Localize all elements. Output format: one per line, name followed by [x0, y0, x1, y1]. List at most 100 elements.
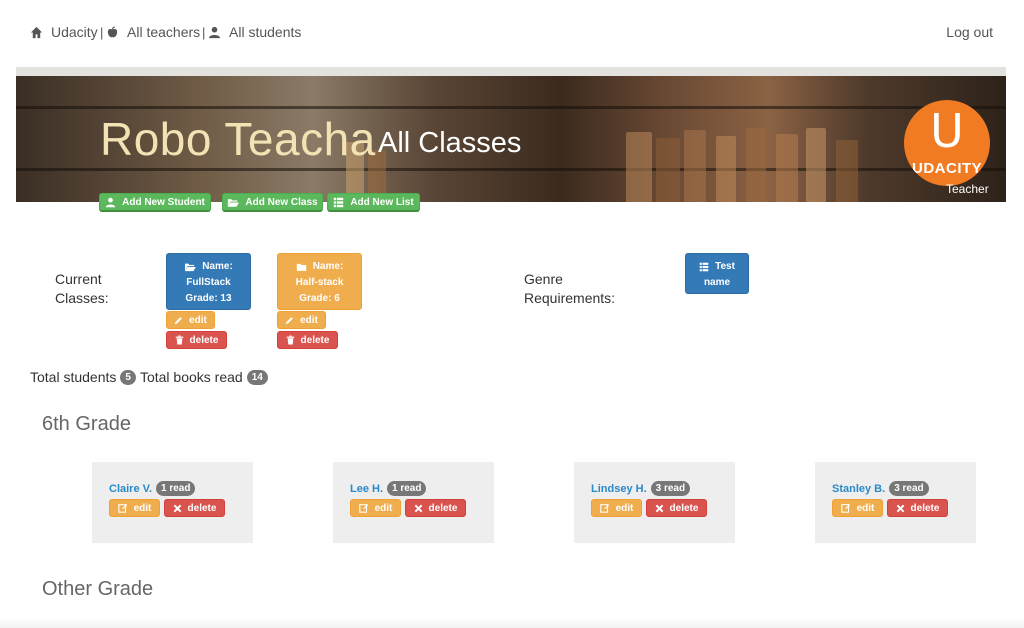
brand-title: Robo Teacha — [100, 113, 376, 165]
class-card-half-stack[interactable]: Name: Half-stack Grade: 6 — [277, 253, 362, 310]
student-name-link[interactable]: Claire V. — [109, 483, 152, 495]
remove-icon — [173, 504, 181, 512]
student-edit-label: edit — [374, 502, 393, 514]
genre-name-line2: name — [703, 277, 731, 288]
nav-teachers-label: All teachers — [127, 24, 201, 40]
nav-separator: | — [202, 25, 206, 40]
apple-icon — [107, 25, 118, 37]
student-edit-label: edit — [615, 502, 634, 514]
nav-home-label: Udacity — [51, 24, 98, 40]
genre-name-line1: Test — [715, 261, 735, 272]
class-name: Half-stack — [295, 277, 344, 288]
udacity-logo: U UDACITY — [904, 100, 990, 186]
student-delete-label: delete — [428, 502, 458, 514]
nav-students-link[interactable]: All students — [208, 24, 301, 40]
student-card: Lee H. 1 read edit delete — [333, 462, 494, 543]
books-read-badge: 3 read — [889, 481, 929, 496]
trash-icon — [286, 335, 294, 345]
student-card: Lindsey H. 3 read edit delete — [574, 462, 735, 543]
student-card: Claire V. 1 read edit delete — [92, 462, 253, 543]
total-books-label: Total books read — [139, 369, 243, 385]
class-name-label: Name: — [202, 261, 233, 272]
list-icon — [699, 262, 709, 271]
grade-heading: Other Grade — [42, 578, 154, 600]
totals-row: Total students 5 Total books read 14 — [30, 369, 268, 385]
edit-icon — [117, 504, 127, 513]
list-icon — [334, 197, 344, 207]
student-edit-button[interactable]: edit — [109, 499, 160, 517]
student-edit-label: edit — [133, 502, 152, 514]
class-grade: Grade: 6 — [299, 293, 340, 304]
nav-home-link[interactable]: Udacity — [30, 24, 98, 40]
pencil-icon — [285, 316, 293, 324]
total-students-badge: 5 — [120, 369, 136, 385]
logout-link[interactable]: Log out — [946, 24, 993, 40]
logo-letter: U — [930, 104, 964, 158]
remove-icon — [655, 504, 663, 512]
edit-icon — [840, 504, 850, 513]
home-icon — [30, 26, 43, 38]
student-delete-button[interactable]: delete — [887, 499, 948, 517]
add-student-label: Add New Student — [122, 196, 205, 208]
books-read-badge: 1 read — [387, 481, 427, 496]
class-card-fullstack[interactable]: Name: FullStack Grade: 13 — [166, 253, 251, 310]
student-delete-button[interactable]: delete — [164, 499, 225, 517]
trash-icon — [175, 335, 183, 345]
add-class-label: Add New Class — [245, 196, 318, 208]
nav-teachers-link[interactable]: All teachers — [106, 24, 200, 40]
student-delete-label: delete — [910, 502, 940, 514]
pencil-icon — [174, 316, 182, 324]
grade-heading: 6th Grade — [42, 413, 131, 435]
genre-label-line1: Genre — [524, 271, 563, 287]
student-delete-button[interactable]: delete — [405, 499, 466, 517]
current-classes-label-line1: Current — [55, 271, 102, 287]
class-delete-button[interactable]: delete — [166, 331, 227, 349]
class-name: FullStack — [186, 277, 231, 288]
genre-requirements-label: Genre Requirements: — [524, 270, 615, 308]
student-delete-label: delete — [669, 502, 699, 514]
current-classes-label: Current Classes: — [55, 270, 109, 308]
genre-label-line2: Requirements: — [524, 290, 616, 306]
student-name-link[interactable]: Lee H. — [350, 483, 383, 495]
books-read-badge: 3 read — [650, 481, 691, 496]
add-class-button[interactable]: Add New Class — [222, 193, 323, 212]
remove-icon — [414, 504, 422, 512]
user-icon — [105, 197, 116, 207]
books-read-badge: 1 read — [156, 481, 196, 496]
student-name-link[interactable]: Stanley B. — [832, 483, 885, 495]
student-edit-button[interactable]: edit — [350, 499, 401, 517]
edit-icon — [358, 504, 368, 513]
page-bottom-fade — [0, 618, 1024, 628]
user-icon — [208, 26, 221, 38]
class-delete-label: delete — [189, 334, 219, 346]
student-name-link[interactable]: Lindsey H. — [591, 483, 647, 495]
student-delete-button[interactable]: delete — [646, 499, 707, 517]
student-edit-button[interactable]: edit — [832, 499, 883, 517]
header-divider — [16, 67, 1006, 76]
class-name-label: Name: — [312, 261, 344, 272]
student-card: Stanley B. 3 read edit delete — [815, 462, 976, 543]
page-subtitle: All Classes — [378, 127, 522, 159]
folder-icon — [296, 263, 306, 271]
add-list-button[interactable]: Add New List — [327, 193, 420, 212]
genre-card-test[interactable]: Test name — [685, 253, 749, 294]
logo-word: UDACITY — [912, 160, 983, 177]
student-delete-label: delete — [187, 502, 217, 514]
role-label: Teacher — [946, 182, 989, 196]
top-nav: Udacity | All teachers | All students Lo… — [0, 0, 1024, 66]
current-classes-label-line2: Classes: — [55, 290, 109, 306]
class-delete-label: delete — [300, 334, 330, 346]
class-edit-label: edit — [300, 314, 318, 326]
class-edit-label: edit — [189, 314, 207, 326]
total-books-badge: 14 — [246, 369, 268, 385]
total-students-label: Total students — [30, 369, 117, 385]
class-edit-button[interactable]: edit — [166, 311, 215, 329]
student-edit-button[interactable]: edit — [591, 499, 642, 517]
remove-icon — [896, 504, 904, 512]
add-student-button[interactable]: Add New Student — [99, 193, 211, 212]
nav-students-label: All students — [229, 24, 302, 40]
class-delete-button[interactable]: delete — [277, 331, 338, 349]
class-edit-button[interactable]: edit — [277, 311, 326, 329]
folder-open-icon — [185, 263, 197, 271]
add-list-label: Add New List — [350, 196, 414, 208]
